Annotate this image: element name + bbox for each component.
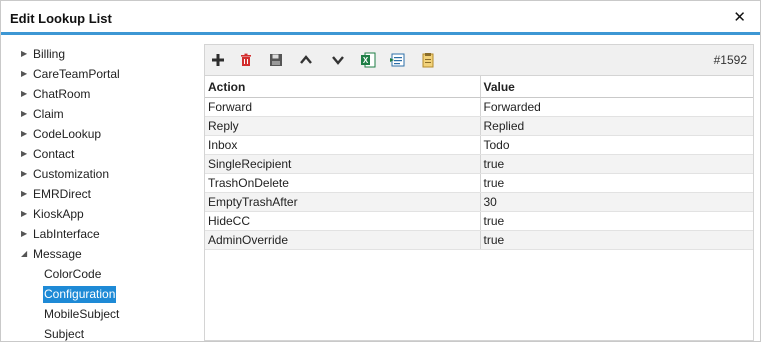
expand-arrow-icon[interactable]: ▶ [21,224,32,244]
tree-item-careteamportal[interactable]: ▶ CareTeamPortal [21,64,201,84]
dialog-title: Edit Lookup List [10,11,112,26]
excel-export-icon[interactable]: X [358,50,378,70]
action-cell[interactable]: HideCC [205,211,481,231]
move-up-icon[interactable] [296,50,316,70]
tree-item-configuration[interactable]: Configuration [21,284,201,304]
tree-item-mobilesubject[interactable]: MobileSubject [21,304,201,324]
tree-item-claim[interactable]: ▶ Claim [21,104,201,124]
tree-item-colorcode[interactable]: ColorCode [21,264,201,284]
action-cell[interactable]: Forward [205,97,481,117]
tree-item-label[interactable]: Contact [32,146,75,163]
dialog-titlebar: Edit Lookup List ✕ [1,1,760,35]
tree-item-chatroom[interactable]: ▶ ChatRoom [21,84,201,104]
lookup-grid-panel: X #1592 Action Value Forward Forwarded Re… [204,44,754,341]
tree-item-label[interactable]: LabInterface [32,226,101,243]
expand-arrow-icon[interactable]: ▶ [21,84,32,104]
expand-arrow-icon[interactable]: ▶ [21,124,32,144]
report-icon[interactable] [418,50,438,70]
tree-item-label-selected[interactable]: Configuration [43,286,117,303]
expand-arrow-icon[interactable]: ▶ [21,104,32,124]
tree-item-label[interactable]: Claim [32,106,65,123]
tree-item-label[interactable]: KioskApp [32,206,85,223]
tree-item-label[interactable]: Billing [32,46,66,63]
action-cell[interactable]: EmptyTrashAfter [205,192,481,212]
delete-icon[interactable] [236,50,256,70]
expand-arrow-icon[interactable]: ▶ [21,64,32,84]
tree-item-label[interactable]: EMRDirect [32,186,92,203]
record-id-label: #1592 [713,53,747,67]
tree-item-label[interactable]: CareTeamPortal [32,66,121,83]
value-cell[interactable]: Replied [480,116,753,136]
value-cell[interactable]: true [480,154,753,174]
tree-item-label[interactable]: Customization [32,166,110,183]
value-cell[interactable]: Forwarded [480,97,753,117]
tree-item-label[interactable]: ChatRoom [32,86,91,103]
action-cell[interactable]: SingleRecipient [205,154,481,174]
value-cell[interactable]: Todo [480,135,753,155]
close-icon[interactable]: ✕ [733,9,746,27]
expand-arrow-icon[interactable]: ▶ [21,164,32,184]
expand-arrow-icon[interactable]: ▶ [21,204,32,224]
table-row[interactable]: AdminOverride true [205,230,753,250]
tree-item-message[interactable]: ◢ Message [21,244,201,264]
lookup-tree: ▶ Billing ▶ CareTeamPortal ▶ ChatRoom ▶ Clai… [21,44,201,344]
import-icon[interactable] [388,50,408,70]
grid-toolbar: X #1592 [205,45,753,76]
move-down-icon[interactable] [328,50,348,70]
table-row[interactable]: HideCC true [205,211,753,231]
tree-item-customization[interactable]: ▶ Customization [21,164,201,184]
tree-item-label[interactable]: Subject [43,326,85,343]
table-row[interactable]: Reply Replied [205,116,753,136]
column-header-value[interactable]: Value [480,76,753,98]
value-cell[interactable]: true [480,211,753,231]
value-cell[interactable]: 30 [480,192,753,212]
value-cell[interactable]: true [480,173,753,193]
expand-arrow-icon[interactable]: ▶ [21,44,32,64]
action-cell[interactable]: Inbox [205,135,481,155]
tree-item-label[interactable]: CodeLookup [32,126,102,143]
expand-arrow-icon[interactable]: ▶ [21,184,32,204]
save-icon[interactable] [266,50,286,70]
value-cell[interactable]: true [480,230,753,250]
collapse-arrow-icon[interactable]: ◢ [21,244,32,264]
table-header-row: Action Value [205,76,753,98]
tree-item-billing[interactable]: ▶ Billing [21,44,201,64]
tree-item-label[interactable]: Message [32,246,83,263]
tree-item-subject[interactable]: Subject [21,324,201,344]
table-row[interactable]: Forward Forwarded [205,97,753,117]
tree-item-label[interactable]: ColorCode [43,266,102,283]
table-row[interactable]: EmptyTrashAfter 30 [205,192,753,212]
tree-item-emrdirect[interactable]: ▶ EMRDirect [21,184,201,204]
action-cell[interactable]: Reply [205,116,481,136]
action-cell[interactable]: TrashOnDelete [205,173,481,193]
tree-item-label[interactable]: MobileSubject [43,306,120,323]
tree-item-contact[interactable]: ▶ Contact [21,144,201,164]
action-cell[interactable]: AdminOverride [205,230,481,250]
svg-text:X: X [363,56,369,65]
expand-arrow-icon[interactable]: ▶ [21,144,32,164]
lookup-values-table: Action Value Forward Forwarded Reply Repli… [205,76,753,250]
tree-item-labinterface[interactable]: ▶ LabInterface [21,224,201,244]
tree-item-kioskapp[interactable]: ▶ KioskApp [21,204,201,224]
add-icon[interactable] [208,50,228,70]
table-row[interactable]: TrashOnDelete true [205,173,753,193]
table-row[interactable]: SingleRecipient true [205,154,753,174]
table-row[interactable]: Inbox Todo [205,135,753,155]
edit-lookup-list-dialog: Edit Lookup List ✕ ▶ Billing ▶ CareTeamPor… [0,0,761,342]
column-header-action[interactable]: Action [205,76,481,98]
tree-item-codelookup[interactable]: ▶ CodeLookup [21,124,201,144]
